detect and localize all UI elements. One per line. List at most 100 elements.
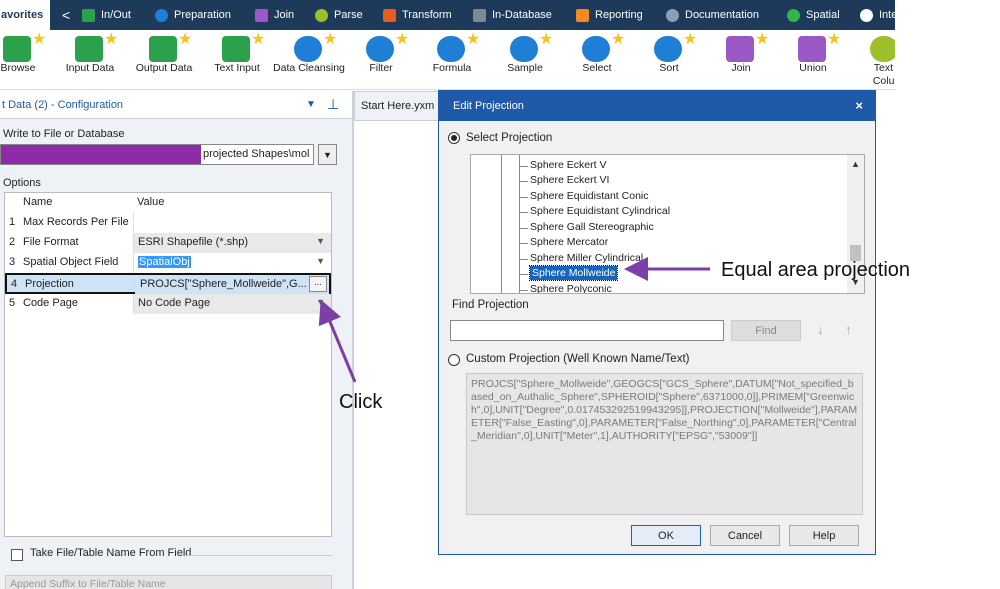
tab-preparation[interactable]: Preparation [155,0,231,30]
star-icon: ★ [104,31,119,48]
close-icon[interactable]: × [855,98,863,113]
tree-guide [519,166,528,167]
select-projection-radio[interactable] [448,132,460,144]
tool-input-data[interactable]: ★ Input Data [58,32,122,90]
tree-item[interactable]: Sphere Polyconic [530,283,612,293]
tool-output-data[interactable]: ★ Output Data [132,32,196,90]
file-path-field[interactable]: projected Shapes\mol [0,144,314,165]
table-row[interactable]: 1 Max Records Per File [5,213,331,233]
tree-item-selected[interactable]: Sphere Mollweide [528,265,619,281]
tree-item[interactable]: Sphere Mercator [530,236,608,248]
tab-label: Documentation [685,9,759,21]
chevron-down-icon[interactable]: ▼ [306,99,316,110]
find-projection-input[interactable] [450,320,724,341]
ellipsis-button[interactable]: ... [309,276,327,292]
row-name: Spatial Object Field [23,256,119,268]
find-button[interactable]: Find [731,320,801,341]
tool-sample[interactable]: ★ Sample [493,32,557,90]
tool-data-cleansing[interactable]: ★ Data Cleansing [273,31,345,90]
row-value[interactable] [133,213,331,233]
tab-spatial[interactable]: Spatial [787,0,840,30]
tab-in-out[interactable]: In/Out [82,0,131,30]
tool-filter[interactable]: ★ Filter [349,32,413,90]
tree-item[interactable]: Sphere Eckert VI [530,174,609,186]
chevron-down-icon: ▼ [316,256,325,266]
tree-item-label: Sphere Mollweide [528,265,619,281]
annotation-equal-area: Equal area projection [721,259,911,281]
tab-in-database[interactable]: In-Database [473,0,552,30]
star-icon: ★ [178,31,193,48]
tool-label: Select [582,62,612,74]
wkt-textarea[interactable]: PROJCS["Sphere_Mollweide",GEOGCS["GCS_Sp… [466,373,863,515]
pin-icon[interactable]: ⊥ [327,96,339,113]
ok-button[interactable]: OK [631,525,701,546]
table-row[interactable]: 3 Spatial Object Field SpatialObj ▼ [5,253,331,273]
tree-guide [519,181,528,182]
tool-label: Text Input [214,62,260,74]
flask-icon [437,36,465,62]
tab-favorites[interactable]: avorites [0,0,50,30]
tab-transform[interactable]: Transform [383,0,452,30]
sample-icon [510,36,538,62]
tool-label: Data Cleansing [273,62,345,74]
tab-join[interactable]: Join [255,0,294,30]
tree-item[interactable]: Sphere Eckert V [530,159,606,171]
spatial-field-select[interactable]: SpatialObj ▼ [133,253,331,273]
append-suffix-select[interactable]: Append Suffix to File/Table Name [5,575,332,589]
tree-item[interactable]: Sphere Gall Stereographic [530,221,654,233]
tool-text-to-columns[interactable]: Text T Colum [853,32,895,90]
tree-item[interactable]: Sphere Equidistant Conic [530,190,649,202]
table-row[interactable]: 5 Code Page No Code Page ▼ [5,294,331,314]
tool-select[interactable]: ★ Select [565,32,629,90]
header-name: Name [23,196,53,208]
back-arrow-icon[interactable]: < [62,0,70,30]
redaction-bar [1,145,201,164]
star-icon: ★ [323,31,338,48]
tab-documentation[interactable]: Documentation [666,0,759,30]
tab-label: Transform [402,9,452,21]
tab-reporting[interactable]: Reporting [576,0,643,30]
table-row-selected[interactable]: 4 Projection PROJCS["Sphere_Mollweide",G..… [5,273,331,295]
tool-join[interactable]: ★ Join [709,32,773,90]
tree-guide [519,290,528,291]
tool-formula[interactable]: ★ Formula [420,32,484,90]
tab-start-here[interactable]: Start Here.yxm [354,91,440,121]
tree-guide [519,228,528,229]
binoculars-icon [3,36,31,62]
dialog-title-text: Edit Projection [453,100,524,112]
chevron-up-icon[interactable]: ▲ [851,159,860,169]
arrow-up-icon[interactable]: ↑ [838,320,859,341]
find-projection-label: Find Projection [452,299,529,311]
arrow-down-icon[interactable]: ↓ [810,320,831,341]
tool-browse[interactable]: ★ Browse [0,32,50,90]
tree-item[interactable]: Sphere Miller Cylindrical [530,252,643,264]
help-button[interactable]: Help [789,525,859,546]
annotation-click: Click [339,391,383,413]
tab-parse[interactable]: Parse [315,0,363,30]
database-icon [473,8,486,22]
take-name-checkbox[interactable] [11,549,23,561]
folder-icon [82,8,95,22]
tool-label: Output Data [135,62,193,74]
custom-projection-radio[interactable] [448,354,460,366]
star-icon: ★ [683,31,698,48]
tree-guide [519,212,528,213]
join-icon [726,36,754,62]
code-page-select[interactable]: No Code Page ▼ [133,294,331,314]
tool-union[interactable]: ★ Union [781,32,845,90]
spatial-icon [787,8,800,22]
tab-interface[interactable]: Inte [860,0,897,30]
tree-item[interactable]: Sphere Equidistant Cylindrical [530,205,670,217]
cleansing-icon [294,36,322,62]
table-row[interactable]: 2 File Format ESRI Shapefile (*.shp) ▼ [5,233,331,253]
tool-text-input[interactable]: ★ Text Input [205,32,269,90]
projection-value[interactable]: PROJCS["Sphere_Mollweide",G... [135,275,329,295]
cancel-button[interactable]: Cancel [710,525,780,546]
file-dropdown-button[interactable]: ▼ [318,144,337,165]
file-format-select[interactable]: ESRI Shapefile (*.shp) ▼ [133,233,331,253]
tab-label: Join [274,9,295,21]
row-value: PROJCS["Sphere_Mollweide",G... [140,278,307,290]
tool-sort[interactable]: ★ Sort [637,32,701,90]
row-number: 5 [9,297,16,309]
tab-label: In/Out [101,9,131,21]
